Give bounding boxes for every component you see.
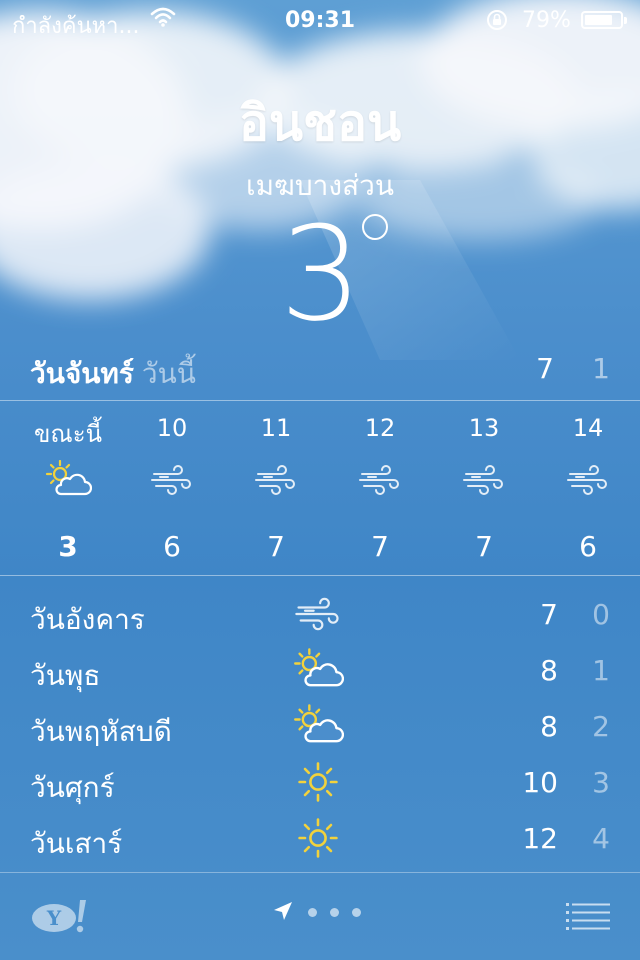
partly-cloudy-icon xyxy=(292,704,345,748)
footer-bar: Y xyxy=(0,872,640,960)
daily-forecast: วันอังคาร 7 0 วันพุธ 8 1 วันพฤหัสบดี 8 2… xyxy=(30,590,610,870)
wind-icon xyxy=(564,460,612,500)
daily-low: 3 xyxy=(592,766,610,799)
daily-day: วันศุกร์ xyxy=(30,771,115,804)
city-name: อินชอน xyxy=(238,94,402,152)
daily-row: วันเสาร์ 12 4 xyxy=(30,814,610,870)
daily-low: 2 xyxy=(592,710,610,743)
sun-icon xyxy=(292,816,344,860)
page-dot xyxy=(352,908,361,917)
daily-row: วันพฤหัสบดี 8 2 xyxy=(30,702,610,758)
rotation-lock-icon xyxy=(487,10,507,30)
location-arrow-icon xyxy=(274,902,292,920)
hour-temp: 3 xyxy=(58,530,78,563)
today-high: 7 xyxy=(536,352,554,385)
wind-icon xyxy=(148,460,196,500)
yahoo-logo-icon[interactable]: Y xyxy=(30,896,90,936)
hour-time: ขณะนี้ xyxy=(34,420,102,448)
today-low: 1 xyxy=(592,352,610,385)
daily-row: วันศุกร์ 10 3 xyxy=(30,758,610,814)
daily-day: วันพฤหัสบดี xyxy=(30,715,172,748)
daily-day: วันอังคาร xyxy=(30,603,145,636)
daily-day: วันพุธ xyxy=(30,659,101,692)
daily-row: วันอังคาร 7 0 xyxy=(30,590,610,646)
daily-high: 12 xyxy=(522,822,558,855)
wind-icon xyxy=(252,460,300,500)
daily-low: 1 xyxy=(592,654,610,687)
hour-temp: 6 xyxy=(579,530,597,563)
sun-icon xyxy=(292,760,344,804)
hour-time: 10 xyxy=(156,414,188,442)
degree-symbol xyxy=(362,214,388,240)
hour-temp: 7 xyxy=(267,530,285,563)
today-row: วันจันทร์ วันนี้ 7 1 xyxy=(30,352,610,392)
hourly-forecast[interactable]: ขณะนี้ 3 10 6 11 7 12 7 13 7 14 6 xyxy=(0,402,640,574)
daily-high: 8 xyxy=(540,654,558,687)
daily-high: 8 xyxy=(540,710,558,743)
hour-temp: 6 xyxy=(163,530,181,563)
list-icon[interactable] xyxy=(566,902,610,930)
status-bar: กำลังค้นหา... 09:31 79% xyxy=(0,0,640,40)
daily-high: 10 xyxy=(522,766,558,799)
current-temperature: 3 xyxy=(279,198,363,350)
today-label: วันนี้ xyxy=(141,357,196,390)
hour-temp: 7 xyxy=(371,530,389,563)
wind-icon xyxy=(292,592,344,636)
partly-cloudy-icon xyxy=(44,459,93,500)
divider xyxy=(0,575,640,576)
daily-low: 4 xyxy=(592,822,610,855)
wind-icon xyxy=(356,460,404,500)
wind-icon xyxy=(460,460,508,500)
partly-cloudy-icon xyxy=(292,648,345,692)
daily-day: วันเสาร์ xyxy=(30,827,123,860)
daily-row: วันพุธ 8 1 xyxy=(30,646,610,702)
divider xyxy=(0,400,640,401)
battery-percent: 79% xyxy=(522,8,571,33)
daily-high: 7 xyxy=(540,598,558,631)
battery-icon xyxy=(581,11,627,29)
battery-fill xyxy=(585,15,612,25)
hour-time: 11 xyxy=(260,414,292,442)
hour-time: 14 xyxy=(572,414,604,442)
battery-nub xyxy=(624,17,627,24)
svg-text:Y: Y xyxy=(46,906,62,930)
page-dot xyxy=(330,908,339,917)
page-dot xyxy=(308,908,317,917)
hour-time: 13 xyxy=(468,414,500,442)
hour-temp: 7 xyxy=(475,530,493,563)
hour-time: 12 xyxy=(364,414,396,442)
daily-low: 0 xyxy=(592,598,610,631)
today-day: วันจันทร์ xyxy=(30,357,134,390)
weather-app: { "status_bar": { "carrier": "กำลังค้นหา… xyxy=(0,0,640,960)
